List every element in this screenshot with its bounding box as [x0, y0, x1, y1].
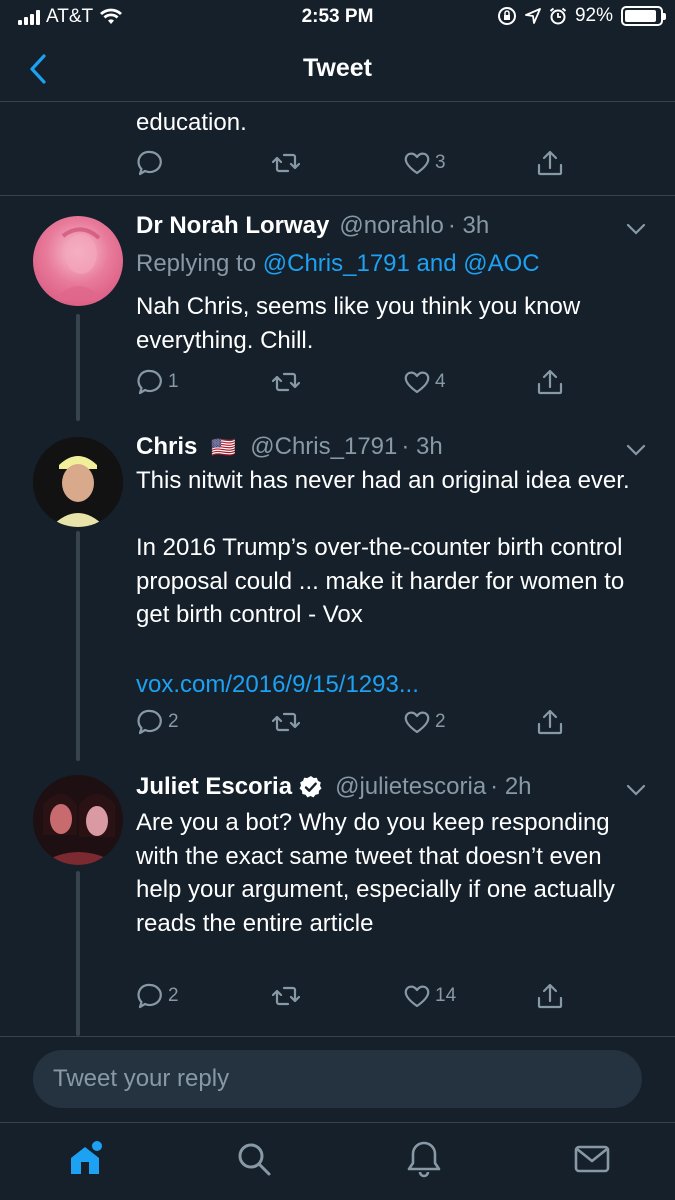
tweet-header: Dr Norah Lorway @norahlo · 3h — [136, 212, 655, 240]
reply-count: 2 — [168, 711, 179, 732]
verified-badge-icon — [299, 776, 322, 798]
retweet-icon — [272, 712, 300, 732]
author-handle[interactable]: @Chris_1791 — [250, 433, 397, 461]
like-button[interactable]: 4 — [403, 368, 446, 396]
avatar-image — [53, 227, 105, 301]
retweet-button[interactable] — [272, 982, 300, 1010]
chevron-down-icon[interactable] — [625, 218, 647, 240]
chevron-down-icon[interactable] — [625, 779, 647, 801]
battery-icon — [621, 6, 666, 26]
tweet-header: Chris 🇺🇸 @Chris_1791 · 3h — [136, 433, 655, 461]
reply-bubble-icon — [137, 983, 162, 1009]
avatar[interactable] — [33, 437, 123, 527]
heart-icon — [404, 152, 430, 175]
reply-bubble-icon — [137, 369, 162, 395]
tweet-text: This nitwit has never had an original id… — [136, 467, 630, 628]
like-button[interactable]: 14 — [403, 982, 456, 1010]
reply-count: 2 — [168, 985, 179, 1006]
tweet-norah[interactable]: Dr Norah Lorway @norahlo · 3h Replying t… — [0, 196, 675, 421]
reply-button[interactable]: 2 — [136, 982, 179, 1010]
like-button[interactable]: 2 — [403, 708, 446, 736]
messages-envelope-icon[interactable] — [572, 1139, 612, 1179]
tweet-time: · 2h — [490, 773, 532, 800]
retweet-button[interactable] — [272, 708, 300, 736]
home-icon[interactable] — [65, 1139, 105, 1179]
reply-bubble-icon — [137, 709, 162, 735]
tweet-actions: 2 14 — [0, 982, 675, 1016]
rotation-lock-icon — [497, 7, 516, 25]
nav-bar: Tweet — [0, 36, 675, 102]
heart-icon — [404, 985, 430, 1008]
avatar-image — [33, 775, 123, 865]
tweet-partial[interactable]: education. 3 — [0, 102, 675, 195]
tweet-header: Juliet Escoria @julietescoria · 2h — [136, 773, 655, 801]
battery-percent: 92% — [574, 5, 613, 26]
tweet-actions: 3 — [0, 149, 675, 183]
status-bar: AT&T 2:53 PM 92% — [0, 0, 675, 36]
tweet-text: Nah Chris, seems like you think you know… — [136, 293, 581, 354]
tweet-text: Are you a bot? Why do you keep respondin… — [136, 809, 615, 937]
share-icon — [537, 983, 563, 1009]
share-icon — [537, 709, 563, 735]
retweet-button[interactable] — [272, 149, 300, 177]
tab-bar — [0, 1122, 675, 1200]
battery-fill — [625, 10, 657, 22]
reply-input[interactable] — [33, 1050, 642, 1108]
reply-button[interactable]: 2 — [136, 708, 179, 736]
tweet-actions: 2 2 — [0, 708, 675, 742]
notifications-bell-icon[interactable] — [404, 1139, 444, 1179]
tweet-link[interactable]: vox.com/2016/9/15/1293... — [136, 668, 645, 702]
status-right: 92% — [497, 5, 666, 27]
reply-button[interactable] — [136, 149, 164, 177]
author-handle[interactable]: @julietescoria — [335, 773, 486, 801]
share-button[interactable] — [536, 708, 564, 736]
author-name[interactable]: Dr Norah Lorway — [136, 212, 329, 240]
share-button[interactable] — [536, 982, 564, 1010]
avatar-image — [33, 437, 123, 527]
us-flag-emoji: 🇺🇸 — [211, 435, 237, 459]
tweet-juliet[interactable]: Juliet Escoria @julietescoria · 2h Are y… — [0, 761, 675, 1036]
replying-to: Replying to @Chris_1791 and @AOC — [136, 250, 540, 278]
tweet-time: · 3h — [447, 212, 490, 239]
author-name[interactable]: Chris — [136, 433, 197, 461]
tweet-text: education. — [136, 109, 247, 136]
share-icon — [537, 369, 563, 395]
like-button[interactable]: 3 — [403, 149, 446, 177]
share-icon — [537, 150, 563, 176]
share-button[interactable] — [536, 149, 564, 177]
retweet-icon — [272, 372, 300, 392]
replying-label: Replying to — [136, 250, 257, 277]
retweet-icon — [272, 153, 300, 173]
avatar[interactable] — [33, 216, 123, 306]
like-count: 2 — [435, 711, 446, 732]
avatar[interactable] — [33, 775, 123, 865]
chevron-down-icon[interactable] — [625, 439, 647, 461]
retweet-button[interactable] — [272, 368, 300, 396]
search-icon[interactable] — [234, 1139, 274, 1179]
share-button[interactable] — [536, 368, 564, 396]
tweet-time: · 3h — [401, 433, 443, 460]
author-name[interactable]: Juliet Escoria — [136, 773, 292, 801]
like-count: 14 — [435, 985, 457, 1006]
heart-icon — [404, 711, 430, 734]
like-count: 4 — [435, 371, 446, 392]
reply-button[interactable]: 1 — [136, 368, 179, 396]
retweet-icon — [272, 986, 300, 1006]
divider — [0, 1036, 675, 1037]
tweet-actions: 1 4 — [0, 368, 675, 402]
like-count: 3 — [435, 152, 446, 173]
location-arrow-icon — [525, 8, 541, 24]
reply-count: 1 — [168, 371, 179, 392]
author-handle[interactable]: @norahlo — [339, 212, 443, 240]
replying-to-links[interactable]: @Chris_1791 and @AOC — [263, 250, 540, 277]
reply-bubble-icon — [137, 150, 162, 176]
heart-icon — [404, 371, 430, 394]
page-title: Tweet — [303, 54, 372, 82]
tweet-chris[interactable]: Chris 🇺🇸 @Chris_1791 · 3h This nitwit ha… — [0, 421, 675, 761]
alarm-icon — [549, 7, 567, 25]
reply-composer[interactable] — [33, 1050, 642, 1108]
